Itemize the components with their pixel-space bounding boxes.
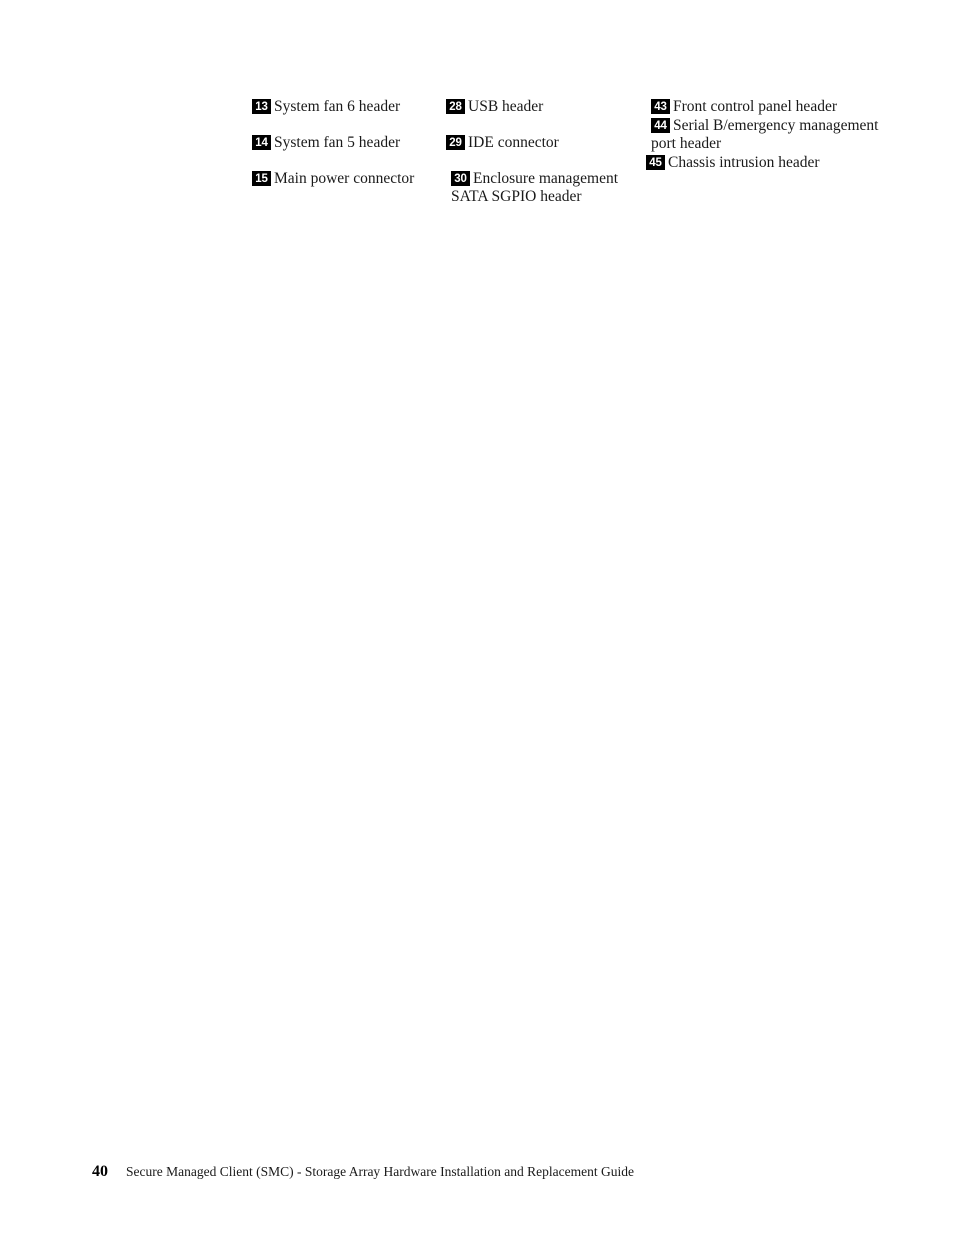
legend-column-3: 43 Front control panel header 44 Serial B/… [646,98,892,172]
legend-item: 29 IDE connector [446,134,646,152]
legend-item: 14 System fan 5 header [252,134,446,152]
document-page: 13 System fan 6 header 14 System fan 5 hea… [0,0,954,1235]
legend-item: 13 System fan 6 header [252,98,446,116]
callout-number-badge: 29 [446,135,465,150]
legend-item: 28 USB header [446,98,646,116]
callout-label: Chassis intrusion header [668,154,820,171]
callout-number-badge: 44 [651,118,670,133]
callout-number-badge: 28 [446,99,465,114]
footer-document-title: Secure Managed Client (SMC) - Storage Ar… [126,1164,634,1179]
callout-label: Enclosure management SATA SGPIO header [451,170,619,205]
legend-item: 15 Main power connector [252,170,446,188]
callout-label: Front control panel header [673,98,837,115]
callout-label: Serial B/emergency management port heade… [651,117,879,152]
legend-item: 45 Chassis intrusion header [646,154,892,172]
callout-number-badge: 15 [252,171,271,186]
callout-number-badge: 14 [252,135,271,150]
legend-item: 44 Serial B/emergency management port hea… [646,117,892,153]
legend-column-2: 28 USB header 29 IDE connector 30 Enclosure… [446,98,646,206]
legend-item: 43 Front control panel header [646,98,892,116]
callout-number-badge: 43 [651,99,670,114]
legend-item: 30 Enclosure management SATA SGPIO header [446,170,646,206]
callout-label: USB header [468,98,544,115]
callout-number-badge: 13 [252,99,271,114]
callout-label: System fan 5 header [274,134,401,151]
legend-column-1: 13 System fan 6 header 14 System fan 5 hea… [252,98,446,188]
page-number: 40 [92,1163,108,1180]
callout-number-badge: 45 [646,155,665,170]
callout-number-badge: 30 [451,171,470,186]
callout-label: IDE connector [468,134,559,151]
callout-label: Main power connector [274,170,415,187]
callout-label: System fan 6 header [274,98,401,115]
callout-legend: 13 System fan 6 header 14 System fan 5 hea… [252,98,892,206]
page-footer: 40 Secure Managed Client (SMC) - Storage… [92,1163,634,1181]
